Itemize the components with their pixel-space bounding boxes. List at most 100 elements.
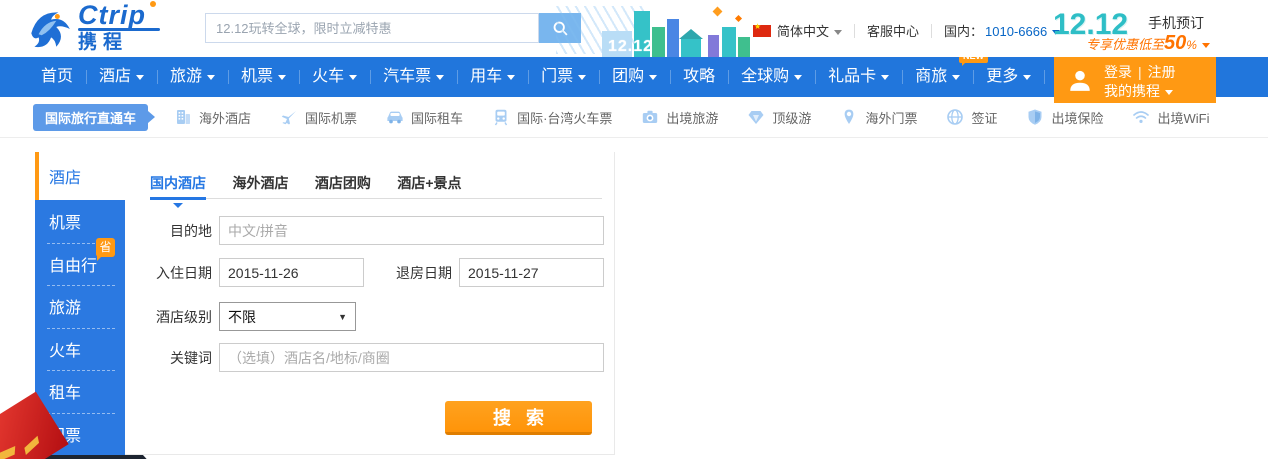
sidebar-item-car-rental[interactable]: 租车 — [35, 370, 125, 413]
caret-down-icon — [578, 75, 586, 80]
caret-down-icon — [1202, 43, 1210, 48]
mobile-booking-title: 手机预订 — [1148, 13, 1204, 33]
subnav-intl-car-rental[interactable]: 国际租车 — [386, 108, 463, 127]
register-link[interactable]: 注册 — [1148, 64, 1176, 80]
sidebar-item-travel[interactable]: 旅游 — [35, 285, 125, 328]
sidebar-item-hotel[interactable]: 酒店 — [35, 152, 125, 200]
globe-icon — [946, 108, 964, 126]
ctrip-homepage: Ctrip 携程 12.12 简体中文 客 — [0, 0, 1268, 459]
user-icon — [1067, 67, 1093, 93]
sidebar-item-flight[interactable]: 机票 — [35, 200, 125, 243]
diamond-icon — [747, 108, 765, 126]
phone-number: 1010-6666 — [985, 24, 1047, 39]
caret-down-icon — [1023, 75, 1031, 80]
caret-down-icon — [349, 75, 357, 80]
caret-down-icon — [1165, 90, 1173, 95]
header-search-input[interactable] — [206, 14, 538, 42]
caret-down-icon — [436, 75, 444, 80]
divider — [854, 24, 855, 38]
sparkle-icon — [735, 15, 742, 22]
nav-item-more[interactable]: 更多 — [973, 57, 1044, 97]
search-hotels-button[interactable]: 搜 索 — [445, 401, 592, 435]
subnav-outbound-wifi[interactable]: 出境WiFi — [1132, 108, 1209, 127]
tab-domestic-hotel[interactable]: 国内酒店 — [150, 169, 206, 199]
pin-icon — [840, 108, 858, 126]
header-search-box — [205, 13, 539, 43]
tab-hotel-groupbuy[interactable]: 酒店团购 — [315, 169, 371, 199]
international-express-badge[interactable]: 国际旅行直通车 — [33, 104, 148, 131]
destination-label: 目的地 — [125, 221, 212, 241]
subnav-visa[interactable]: 签证 — [946, 108, 997, 127]
checkin-date-input[interactable] — [219, 258, 364, 287]
subnav-overseas-hotel[interactable]: 海外酒店 — [174, 108, 251, 127]
caret-down-icon — [834, 30, 842, 35]
nav-item-travel[interactable]: 旅游 — [157, 57, 228, 97]
sidebar-item-train[interactable]: 火车 — [35, 328, 125, 371]
caret-down-icon — [794, 75, 802, 80]
hotel-class-label: 酒店级别 — [125, 307, 212, 327]
caret-down-icon — [136, 75, 144, 80]
checkin-label: 入住日期 — [125, 263, 212, 283]
ctrip-logo[interactable]: Ctrip 携程 — [24, 3, 160, 53]
nav-item-hotel[interactable]: 酒店 — [86, 57, 157, 97]
skyline-promo-text: 12.12 — [608, 38, 653, 56]
sparkle-icon — [713, 7, 723, 17]
tab-overseas-hotel[interactable]: 海外酒店 — [232, 169, 288, 199]
nav-item-home[interactable]: 首页 — [28, 57, 86, 97]
subnav-travel-insurance[interactable]: 出境保险 — [1026, 108, 1103, 127]
phone-label: 国内： — [944, 24, 983, 39]
car-icon — [386, 108, 404, 126]
brand-en: Ctrip — [78, 3, 160, 27]
phone-selector[interactable]: 国内：1010-6666 — [944, 21, 1060, 40]
hotel-class-row: 酒店级别 不限 ▼ — [125, 302, 356, 331]
caret-down-icon — [507, 75, 515, 80]
subnav-overseas-attraction-tickets[interactable]: 海外门票 — [840, 108, 917, 127]
caret-down-icon — [881, 75, 889, 80]
promo-skyline: 12.12 — [596, 4, 756, 57]
select-arrow-icon: ▼ — [338, 312, 347, 322]
subnav-intl-flight[interactable]: 国际机票 — [280, 108, 357, 127]
divider — [931, 24, 932, 38]
checkout-label: 退房日期 — [392, 263, 452, 283]
train-icon — [492, 108, 510, 126]
nav-item-groupbuy[interactable]: 团购 — [599, 57, 670, 97]
subnav-intl-taiwan-rail[interactable]: 国际·台湾火车票 — [492, 108, 612, 127]
building-icon — [174, 108, 192, 126]
plane-icon — [280, 108, 298, 126]
brand-cn: 携程 — [78, 33, 160, 53]
booking-sidebar: 酒店 机票 自由行 旅游 火车 租车 门票 省 — [35, 152, 125, 455]
booking-widget: 酒店 机票 自由行 旅游 火车 租车 门票 省 国内酒店 海外酒店 酒店团购 酒… — [35, 152, 615, 455]
camera-icon — [641, 108, 659, 126]
login-link[interactable]: 登录 — [1104, 64, 1132, 80]
login-box[interactable]: 登录|注册 我的携程 — [1054, 57, 1216, 103]
nav-item-flight[interactable]: 机票 — [228, 57, 299, 97]
caret-down-icon — [278, 75, 286, 80]
logo-dot-icon — [150, 1, 156, 7]
subnav-outbound-travel[interactable]: 出境旅游 — [641, 108, 718, 127]
nav-item-giftcard[interactable]: 礼品卡 — [815, 57, 902, 97]
my-ctrip-link[interactable]: 我的携程 — [1104, 81, 1173, 101]
nav-item-bus[interactable]: 汽车票 — [370, 57, 457, 97]
checkout-date-input[interactable] — [459, 258, 604, 287]
china-flag-icon — [753, 25, 771, 37]
nav-item-guide[interactable]: 攻略 — [670, 57, 728, 97]
caret-down-icon — [952, 75, 960, 80]
hotel-search-panel: 国内酒店 海外酒店 酒店团购 酒店+景点 目的地 入住日期 退房日期 酒店级别 … — [125, 152, 615, 455]
service-center-link[interactable]: 客服中心 — [867, 21, 919, 40]
dates-row: 入住日期 退房日期 — [125, 258, 604, 287]
destination-input[interactable] — [219, 216, 604, 245]
subnav-premium-tours[interactable]: 顶级游 — [747, 108, 811, 127]
nav-item-globalshop[interactable]: 全球购 — [728, 57, 815, 97]
nav-item-train[interactable]: 火车 — [299, 57, 370, 97]
international-subnav: 国际旅行直通车 海外酒店 国际机票 国际租车 国际·台湾火车票 出境旅游 顶级游… — [0, 97, 1268, 138]
tab-hotel-attraction[interactable]: 酒店+景点 — [397, 169, 461, 199]
hotel-class-select[interactable]: 不限 ▼ — [219, 302, 356, 331]
language-selector[interactable]: 简体中文 — [777, 21, 842, 40]
mobile-promo-discount[interactable]: 专享优惠低至50% — [1086, 32, 1210, 55]
header: Ctrip 携程 12.12 简体中文 客 — [0, 0, 1268, 57]
keyword-row: 关键词 — [125, 343, 604, 372]
keyword-input[interactable] — [219, 343, 604, 372]
wifi-icon — [1132, 108, 1150, 126]
nav-item-car[interactable]: 用车 — [457, 57, 528, 97]
nav-item-ticket[interactable]: 门票 — [528, 57, 599, 97]
